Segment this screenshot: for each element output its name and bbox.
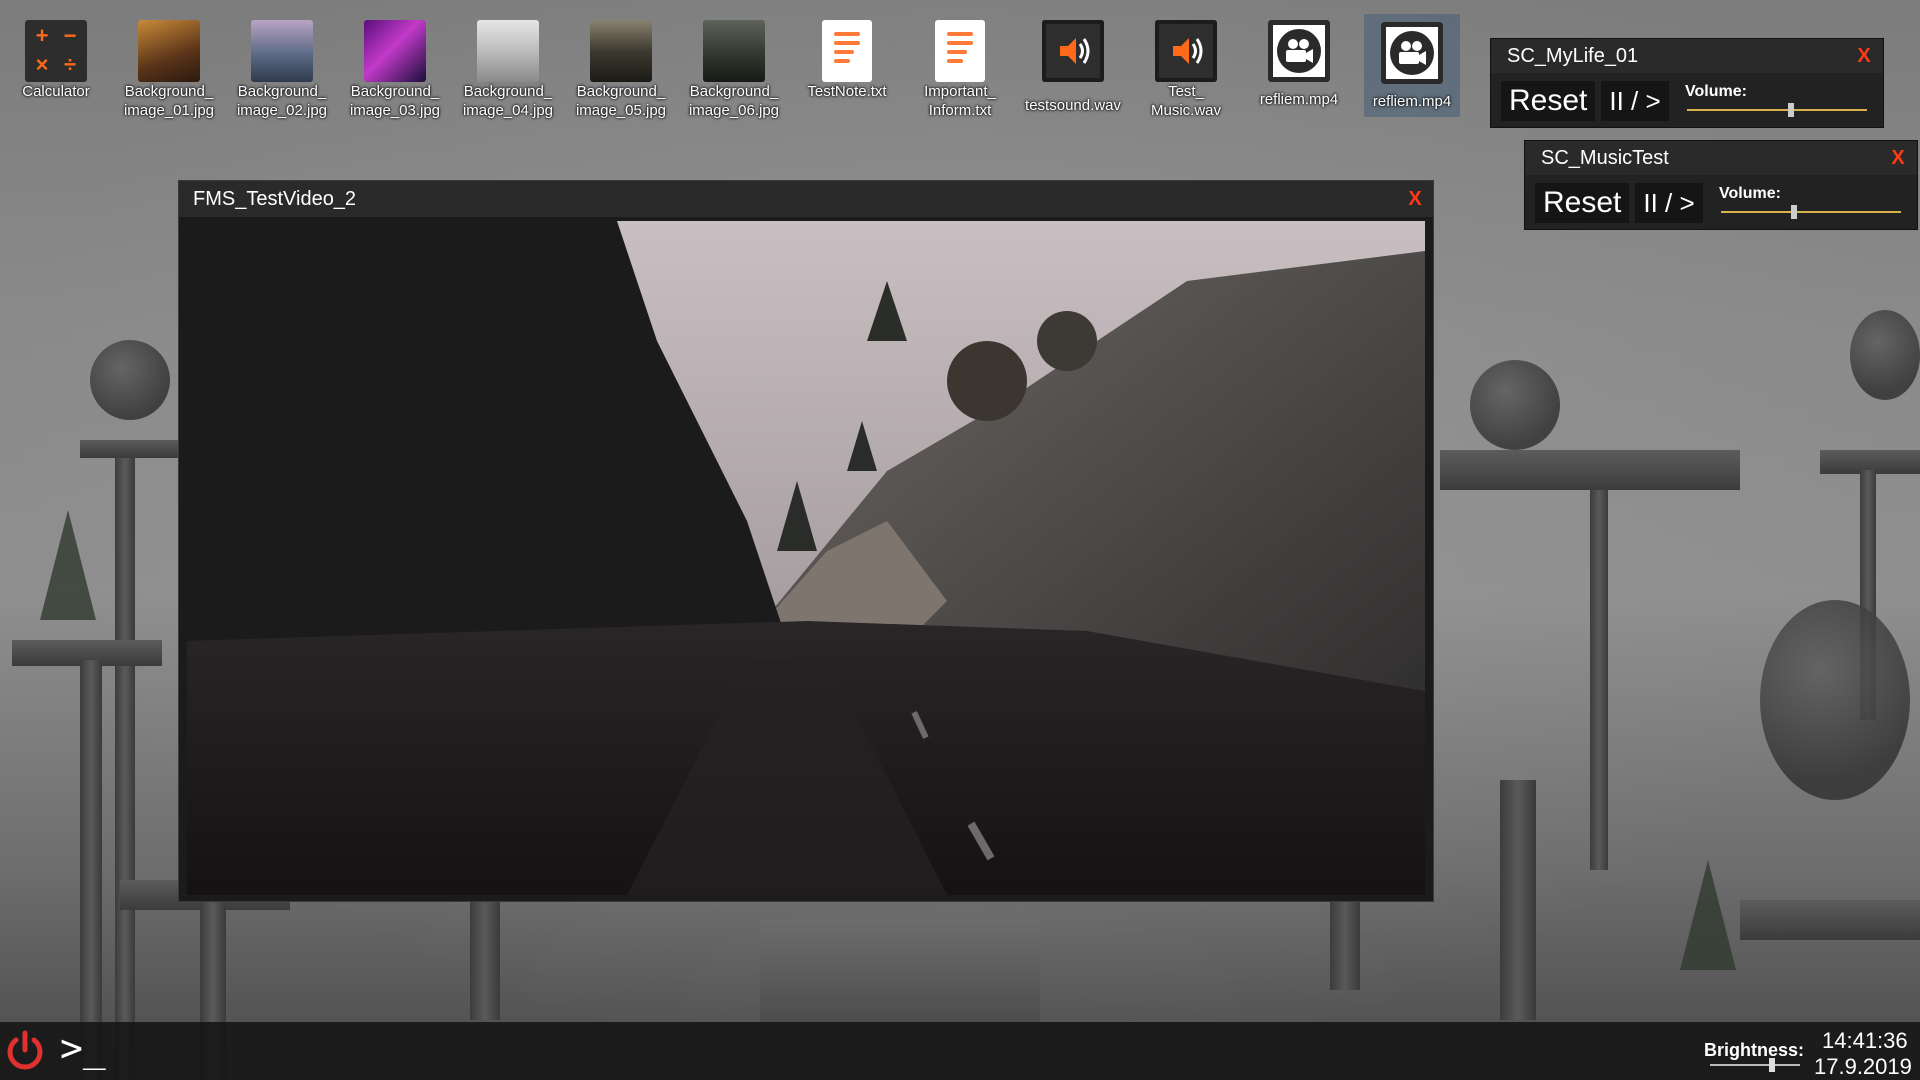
clock-time: 14:41:36 xyxy=(1822,1028,1908,1053)
window-title[interactable]: FMS_TestVideo_2 xyxy=(179,181,1433,217)
speaker-icon xyxy=(1155,20,1217,82)
brightness-slider[interactable] xyxy=(1710,1058,1800,1072)
image-thumbnail-icon xyxy=(138,20,200,82)
desktop-icon-label: Background_ image_04.jpg xyxy=(462,83,554,119)
play-pause-button[interactable]: II / > xyxy=(1635,183,1703,223)
image-thumbnail-icon xyxy=(477,20,539,82)
reset-button[interactable]: Reset xyxy=(1501,81,1596,121)
desktop-icon-background-image-06[interactable]: Background_ image_06.jpg xyxy=(682,16,786,120)
clock-date: 17.9.2019 xyxy=(1814,1054,1912,1079)
desktop-icon-background-image-05[interactable]: Background_ image_05.jpg xyxy=(569,16,673,120)
close-button[interactable]: X xyxy=(1853,45,1875,67)
brightness-slider-knob[interactable] xyxy=(1768,1058,1775,1072)
window-title[interactable]: SC_MyLife_01 xyxy=(1491,39,1883,73)
background-platform xyxy=(80,440,180,458)
background-pillar xyxy=(1330,900,1360,990)
desktop-icon-background-image-01[interactable]: Background_ image_01.jpg xyxy=(117,16,221,120)
background-pillar xyxy=(1500,780,1536,1020)
desktop-icon-label: testsound.wav xyxy=(1025,97,1121,114)
desktop-icon-label: refliem.mp4 xyxy=(1259,91,1339,108)
image-thumbnail-icon xyxy=(703,20,765,82)
desktop-icon-background-image-02[interactable]: Background_ image_02.jpg xyxy=(230,16,334,120)
window-title[interactable]: SC_MusicTest xyxy=(1525,141,1917,175)
brightness-label: Brightness: xyxy=(1704,1040,1805,1060)
calculator-icon: + − × ÷ xyxy=(25,20,87,82)
desktop-icon-testsound[interactable]: testsound.wav xyxy=(1021,16,1125,115)
desktop-icon-test-music[interactable]: Test_ Music.wav xyxy=(1134,16,1238,120)
background-bridge xyxy=(760,920,1040,1030)
background-tree xyxy=(1470,360,1560,450)
volume-label: Volume: xyxy=(1719,185,1781,202)
text-document-icon xyxy=(935,20,985,82)
video-player-window[interactable]: FMS_TestVideo_2 X xyxy=(178,180,1434,902)
desktop-icon-refliem-2[interactable]: refliem.mp4 xyxy=(1364,14,1460,117)
desktop-icon-refliem-1[interactable]: refliem.mp4 xyxy=(1247,16,1351,109)
desktop-icon-label: Background_ image_03.jpg xyxy=(349,83,441,119)
volume-slider-knob[interactable] xyxy=(1787,103,1794,117)
desktop-icon-testnote[interactable]: TestNote.txt xyxy=(795,16,899,101)
taskbar: >_ Brightness: 14:41:36 17.9.2019 xyxy=(0,1022,1920,1080)
reset-button[interactable]: Reset xyxy=(1535,183,1630,223)
desktop-icon-label: Background_ image_06.jpg xyxy=(688,83,780,119)
background-tree xyxy=(1850,310,1920,400)
image-thumbnail-icon xyxy=(364,20,426,82)
desktop-icon-label: TestNote.txt xyxy=(807,83,887,100)
background-pine xyxy=(1680,860,1736,970)
desktop-icon-background-image-03[interactable]: Background_ image_03.jpg xyxy=(343,16,447,120)
background-platform xyxy=(1440,450,1740,490)
volume-slider[interactable] xyxy=(1721,205,1901,219)
background-pillar xyxy=(115,440,135,1080)
power-icon[interactable] xyxy=(2,1028,48,1074)
video-camera-icon xyxy=(1381,22,1443,84)
desktop-icon-label: Important_ Inform.txt xyxy=(924,83,996,119)
video-camera-icon xyxy=(1268,20,1330,82)
desktop-icon-label: Background_ image_05.jpg xyxy=(575,83,667,119)
play-pause-button[interactable]: II / > xyxy=(1601,81,1669,121)
background-platform xyxy=(1740,900,1920,940)
desktop-icon-label: Test_ Music.wav xyxy=(1150,83,1221,119)
desktop-icon-background-image-04[interactable]: Background_ image_04.jpg xyxy=(456,16,560,120)
desktop-icon-label: Background_ image_02.jpg xyxy=(236,83,328,119)
desktop-icon-label: Background_ image_01.jpg xyxy=(123,83,215,119)
close-button[interactable]: X xyxy=(1887,147,1909,169)
background-pillar xyxy=(80,660,102,1080)
desktop-icon-important-inform[interactable]: Important_ Inform.txt xyxy=(908,16,1012,120)
desktop-icons: + − × ÷ Calculator Background_ image_01.jp… xyxy=(0,14,1480,131)
background-pine xyxy=(40,510,96,620)
volume-slider[interactable] xyxy=(1687,103,1867,117)
text-document-icon xyxy=(822,20,872,82)
image-thumbnail-icon xyxy=(590,20,652,82)
volume-label: Volume: xyxy=(1685,83,1747,100)
background-tree xyxy=(90,340,170,420)
desktop-icon-calculator[interactable]: + − × ÷ Calculator xyxy=(4,16,108,101)
video-frame[interactable] xyxy=(187,221,1425,895)
close-button[interactable]: X xyxy=(1403,187,1427,211)
background-pillar xyxy=(470,900,500,1020)
speaker-icon xyxy=(1042,20,1104,82)
image-thumbnail-icon xyxy=(251,20,313,82)
volume-slider-knob[interactable] xyxy=(1790,205,1797,219)
background-pillar xyxy=(1590,490,1608,870)
video-scene xyxy=(187,221,1425,895)
terminal-button[interactable]: >_ xyxy=(60,1026,106,1070)
media-control-window[interactable]: SC_MusicTest X Reset II / > Volume: xyxy=(1524,140,1918,230)
desktop-icon-label: refliem.mp4 xyxy=(1372,93,1452,110)
background-tree xyxy=(1760,600,1910,800)
desktop-icon-label: Calculator xyxy=(22,83,90,100)
media-control-window[interactable]: SC_MyLife_01 X Reset II / > Volume: xyxy=(1490,38,1884,128)
